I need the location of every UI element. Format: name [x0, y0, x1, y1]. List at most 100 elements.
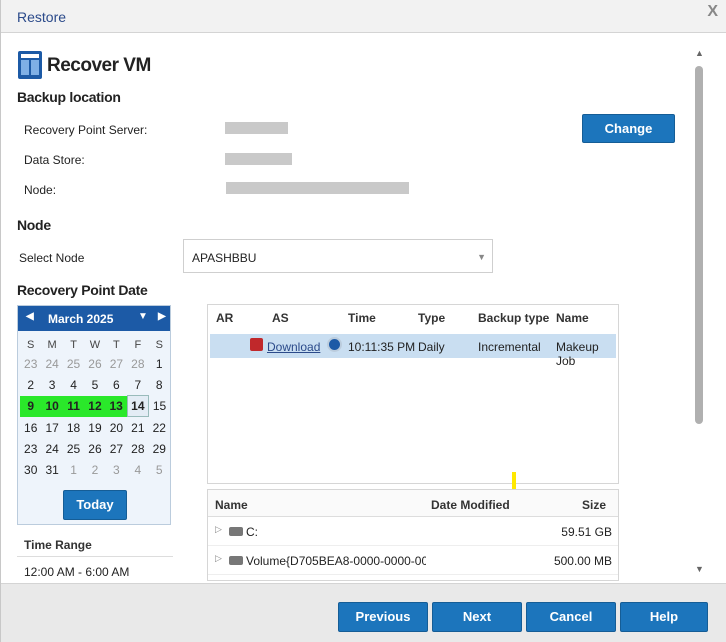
calendar-day[interactable]: 3 [106, 459, 127, 480]
vertical-scrollbar[interactable]: ▲ ▼ [694, 44, 706, 580]
calendar-day[interactable]: 26 [84, 438, 105, 459]
files-column-date-modified[interactable]: Date Modified [431, 498, 510, 512]
page-heading: Recover VM [47, 55, 151, 76]
restore-dialog: Restore X Recover VM Backup location Rec… [0, 0, 726, 642]
calendar-day[interactable]: 29 [149, 438, 170, 459]
window-title: Restore [17, 9, 67, 25]
scroll-up-icon[interactable]: ▲ [695, 48, 704, 58]
time-range-label: Time Range [24, 538, 92, 552]
calendar-day[interactable]: 28 [127, 353, 148, 374]
weekday-header: S [27, 338, 35, 351]
calendar-day[interactable]: 26 [84, 353, 105, 374]
file-name: Volume{D705BEA8-0000-0000-0000-1( [246, 554, 426, 568]
calendar-day[interactable]: 24 [41, 438, 62, 459]
file-row[interactable]: ▷ Volume{D705BEA8-0000-0000-0000-1( 500.… [208, 547, 618, 575]
recovery-point-backup-type: Incremental [478, 340, 541, 354]
calendar-day[interactable]: 25 [63, 438, 84, 459]
calendar-day[interactable]: 25 [63, 353, 84, 374]
calendar-header: ◀ March 2025 ▼ ▶ [18, 306, 170, 331]
calendar-day[interactable]: 4 [127, 459, 148, 480]
calendar-day[interactable]: 30 [20, 459, 41, 480]
column-header-backup-type[interactable]: Backup type [478, 311, 549, 325]
calendar-day-with-backup[interactable]: 12 [84, 395, 106, 417]
calendar-day[interactable]: 4 [63, 374, 84, 395]
calendar-day[interactable]: 18 [63, 417, 84, 438]
today-button[interactable]: Today [63, 490, 127, 520]
weekday-header: W [89, 338, 101, 351]
calendar-day[interactable]: 15 [149, 396, 170, 417]
calendar-day[interactable]: 16 [20, 417, 41, 438]
next-button[interactable]: Next [432, 602, 522, 632]
weekday-header: F [134, 338, 142, 351]
calendar-grid: S M T W T F S 23 24 25 26 27 28 1 2 3 4 … [20, 336, 170, 481]
column-header-type[interactable]: Type [418, 311, 445, 325]
calendar: ◀ March 2025 ▼ ▶ S M T W T F S 23 24 25 … [17, 305, 171, 525]
calendar-day[interactable]: 2 [20, 374, 41, 395]
expand-arrow-icon[interactable]: ▷ [215, 553, 222, 564]
files-column-name[interactable]: Name [215, 498, 248, 512]
node-label: Node: [24, 183, 57, 197]
calendar-day[interactable]: 22 [149, 417, 170, 438]
calendar-day-selected[interactable]: 14 [126, 395, 150, 418]
node-select[interactable]: APASHBBU ▼ [183, 239, 493, 273]
calendar-day-with-backup[interactable]: 10 [41, 395, 63, 417]
files-column-size[interactable]: Size [582, 498, 606, 512]
next-month-icon[interactable]: ▶ [158, 311, 166, 322]
dialog-content: Recover VM Backup location Recovery Poin… [1, 34, 691, 582]
calendar-day[interactable]: 23 [20, 438, 41, 459]
redacted-datastore-value [225, 153, 292, 165]
calendar-day[interactable]: 7 [127, 374, 148, 395]
weekday-header: T [113, 338, 120, 351]
calendar-day-with-backup[interactable]: 11 [62, 395, 85, 417]
column-header-as[interactable]: AS [272, 311, 289, 325]
file-name: C: [246, 525, 258, 539]
download-link[interactable]: Download [267, 340, 320, 354]
file-row[interactable]: ▷ C: 59.51 GB [208, 518, 618, 546]
calendar-day[interactable]: 6 [106, 374, 127, 395]
calendar-day[interactable]: 1 [63, 459, 84, 480]
cancel-button[interactable]: Cancel [526, 602, 616, 632]
previous-button[interactable]: Previous [338, 602, 428, 632]
time-range-option[interactable]: 12:00 AM - 6:00 AM [24, 565, 129, 579]
calendar-day[interactable]: 24 [41, 353, 62, 374]
cursor-marker [512, 472, 516, 490]
calendar-month: March 2025 [48, 312, 114, 326]
column-header-name[interactable]: Name [556, 311, 589, 325]
calendar-day[interactable]: 31 [41, 459, 62, 480]
close-icon[interactable]: X [707, 3, 718, 21]
recovery-points-table: AR AS Time Type Backup type Name Downloa… [207, 304, 619, 484]
calendar-day-with-backup[interactable]: 9 [20, 395, 42, 417]
scrollbar-thumb[interactable] [695, 66, 703, 424]
globe-icon [327, 337, 342, 352]
calendar-day-with-backup[interactable]: 13 [105, 395, 128, 417]
change-button[interactable]: Change [582, 114, 675, 143]
help-button[interactable]: Help [620, 602, 708, 632]
calendar-day[interactable]: 27 [106, 353, 127, 374]
calendar-day[interactable]: 17 [41, 417, 62, 438]
calendar-day[interactable]: 5 [84, 374, 105, 395]
vm-icon [18, 51, 42, 79]
scroll-down-icon[interactable]: ▼ [695, 564, 704, 574]
expand-arrow-icon[interactable]: ▷ [215, 524, 222, 535]
column-header-ar[interactable]: AR [216, 311, 233, 325]
calendar-day[interactable]: 20 [106, 417, 127, 438]
calendar-day[interactable]: 3 [41, 374, 62, 395]
file-size: 500.00 MB [553, 554, 612, 568]
calendar-day[interactable]: 21 [127, 417, 148, 438]
recovery-point-server-label: Recovery Point Server: [24, 123, 148, 137]
prev-month-icon[interactable]: ◀ [26, 311, 34, 322]
calendar-day[interactable]: 19 [84, 417, 105, 438]
node-section-title: Node [17, 217, 51, 233]
calendar-day[interactable]: 1 [149, 353, 170, 374]
calendar-day[interactable]: 8 [149, 374, 170, 395]
calendar-day[interactable]: 23 [20, 353, 41, 374]
calendar-day[interactable]: 28 [127, 438, 148, 459]
calendar-day[interactable]: 27 [106, 438, 127, 459]
calendar-day[interactable]: 2 [84, 459, 105, 480]
chevron-down-icon: ▼ [477, 252, 486, 262]
time-range-divider [17, 556, 173, 557]
month-dropdown-icon[interactable]: ▼ [138, 311, 148, 322]
calendar-day[interactable]: 5 [149, 459, 170, 480]
column-header-time[interactable]: Time [348, 311, 376, 325]
weekday-header: T [70, 338, 77, 351]
